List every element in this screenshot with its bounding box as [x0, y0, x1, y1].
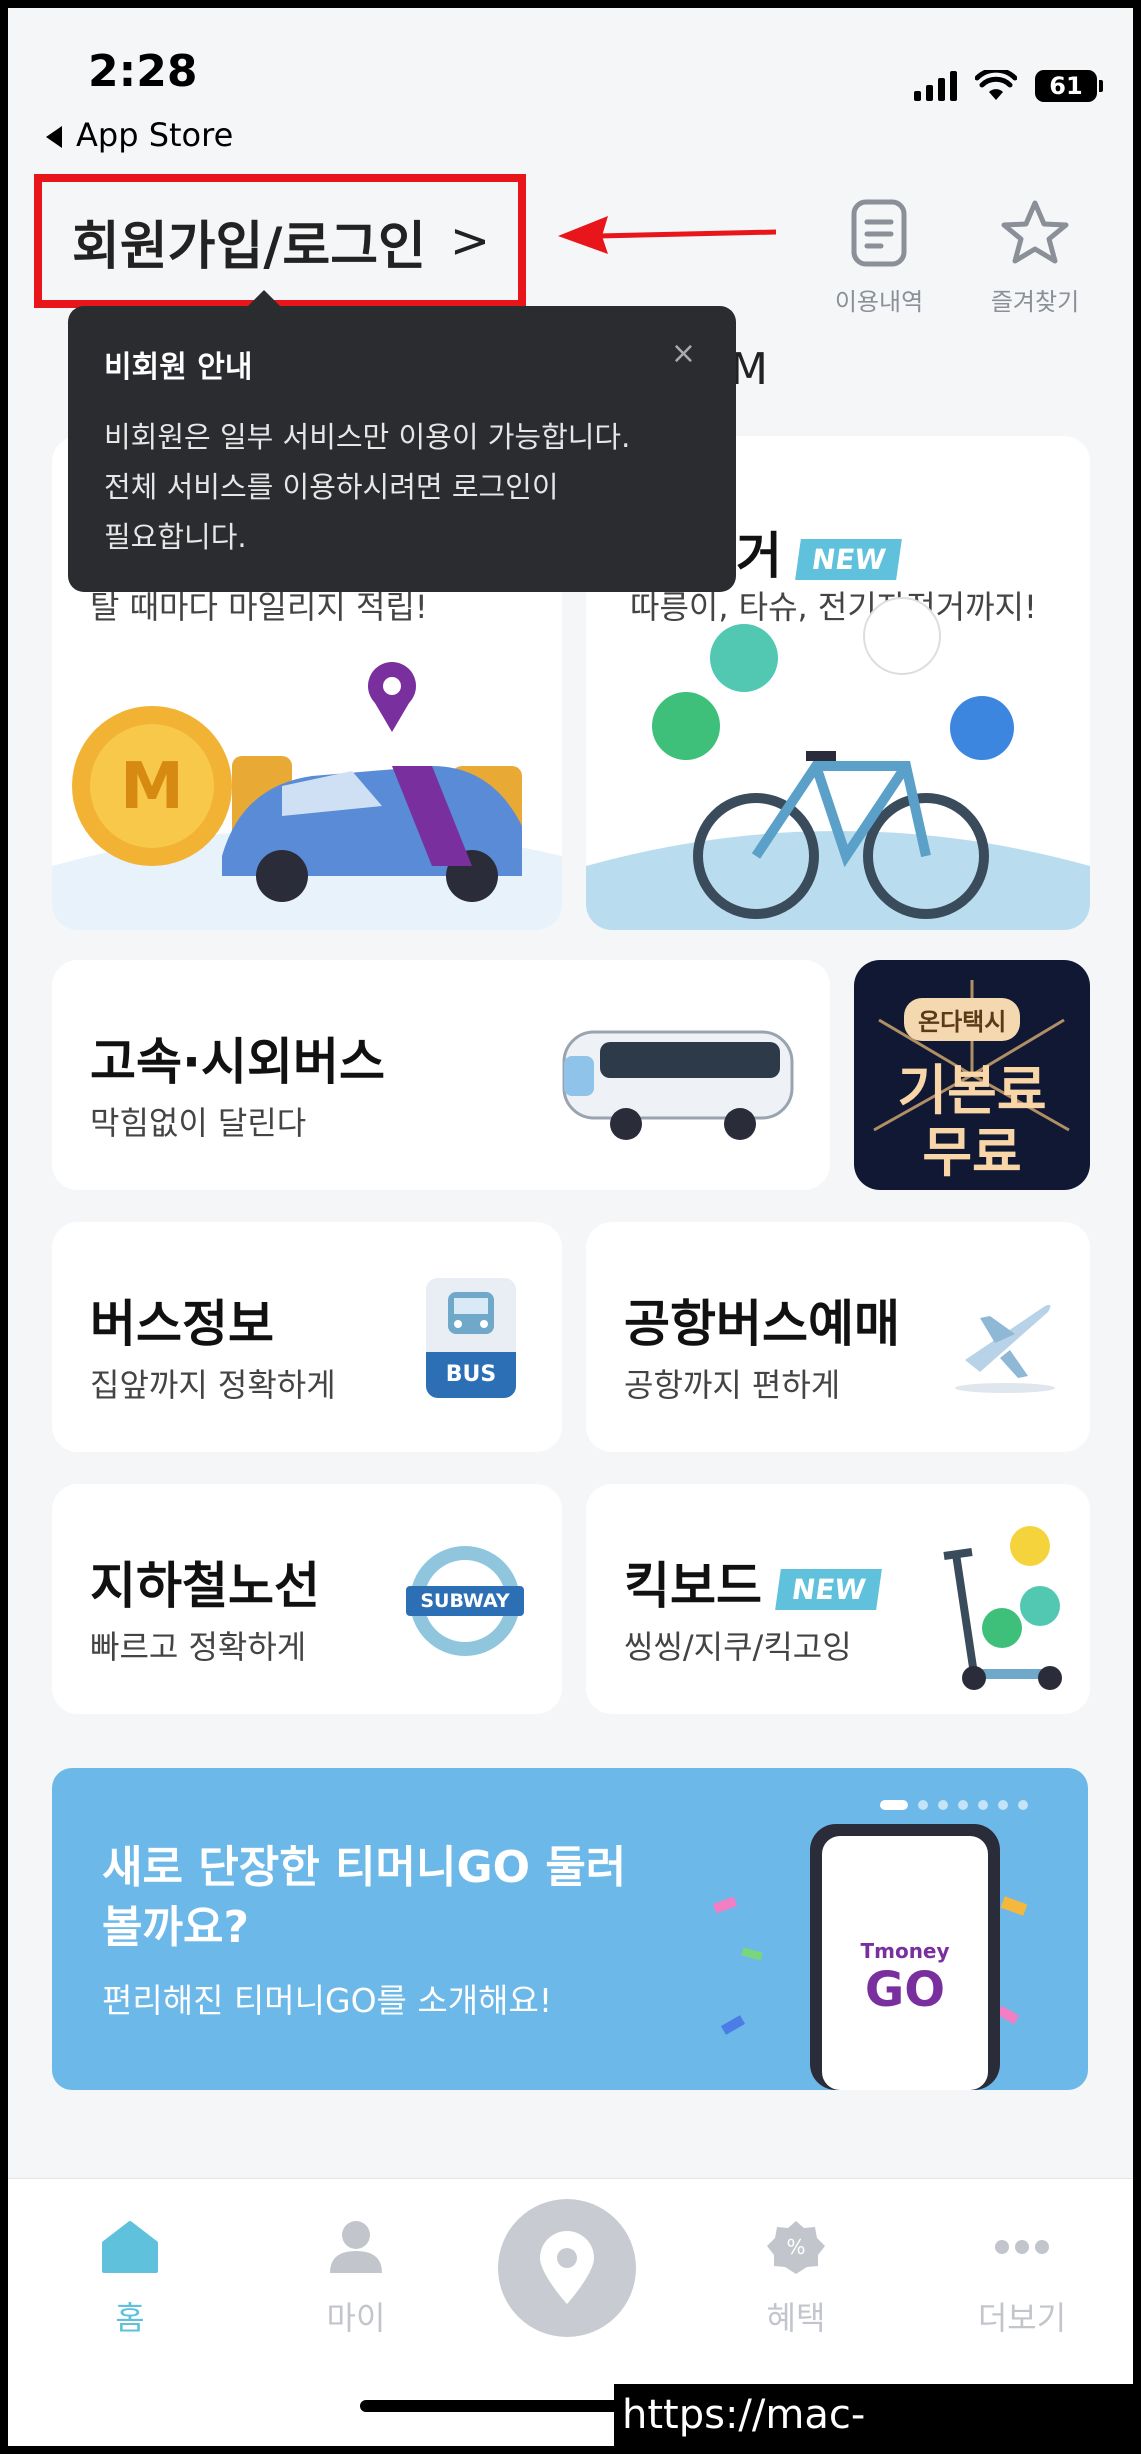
- star-icon: [1001, 200, 1069, 264]
- status-icons: 61: [914, 70, 1103, 102]
- guest-info-tooltip: 비회원 안내 비회원은 일부 서비스만 이용이 가능합니다. 전체 서비스를 이…: [68, 290, 736, 592]
- tooltip-line: 비회원은 일부 서비스만 이용이 가능합니다.: [104, 420, 631, 454]
- login-button[interactable]: 회원가입/로그인 >: [34, 174, 526, 308]
- kickboard-illustration: [943, 1526, 1062, 1690]
- tooltip-line: 전체 서비스를 이용하시려면 로그인이: [104, 470, 559, 504]
- kickboard-title: 킥보드 NEW: [624, 1546, 883, 1618]
- banner-subtitle: 편리해진 티머니GO를 소개해요!: [102, 1981, 553, 2020]
- airport-bus-card[interactable]: 공항버스예매 공항까지 편하게: [586, 1222, 1090, 1452]
- favorites-label: 즐겨찾기: [990, 288, 1080, 316]
- back-triangle-icon: [46, 126, 62, 148]
- onda-taxi-promo[interactable]: 온다택시 기본료 무료: [854, 960, 1090, 1190]
- nav-my-label: 마이: [326, 2299, 386, 2337]
- login-label: 회원가입/로그인: [72, 216, 426, 277]
- status-time: 2:28: [88, 46, 198, 97]
- svg-text:M: M: [120, 750, 184, 824]
- promo-line2: 무료: [922, 1121, 1022, 1184]
- bus-front-icon: [448, 1292, 494, 1334]
- subway-subtitle: 빠르고 정확하게: [90, 1628, 307, 1666]
- phone-brand: Tmoney: [860, 1939, 949, 1963]
- nav-more-label: 더보기: [977, 2299, 1067, 2337]
- receipt-icon: [851, 199, 907, 267]
- nav-location-button[interactable]: [498, 2199, 636, 2337]
- wifi-icon: [975, 70, 1017, 100]
- phone-go: GO: [865, 1962, 945, 2018]
- phone-illustration: Tmoney GO: [712, 1824, 1028, 2090]
- nav-home[interactable]: 홈: [60, 2219, 200, 2339]
- kickboard-subtitle: 씽씽/지쿠/킥고잉: [624, 1628, 852, 1666]
- subway-sign-label: SUBWAY: [406, 1586, 524, 1616]
- nav-benefits[interactable]: % 혜택: [726, 2219, 866, 2339]
- subway-title: 지하철노선: [90, 1557, 320, 1615]
- bus-info-subtitle: 집앞까지 정확하게: [90, 1366, 336, 1404]
- location-pin-icon: [540, 2231, 594, 2304]
- airplane-icon: [955, 1304, 1055, 1393]
- more-dots-icon: [995, 2240, 1049, 2254]
- signal-icon: [914, 71, 957, 101]
- express-subtitle: 막힘없이 달린다: [90, 1104, 307, 1142]
- history-button[interactable]: 이용내역: [824, 198, 934, 317]
- tooltip-title: 비회원 안내: [104, 350, 253, 385]
- person-icon: [330, 2221, 382, 2273]
- airport-subtitle: 공항까지 편하게: [624, 1366, 841, 1404]
- kickboard-title-text: 킥보드: [624, 1557, 762, 1615]
- new-badge: NEW: [775, 1569, 883, 1610]
- subway-sign-icon: SUBWAY: [406, 1546, 524, 1656]
- banner-title: 새로 단장한 티머니GO 둘러볼까요?: [102, 1842, 627, 1953]
- watermark: https://mac-os.tistory.com: [614, 2384, 1134, 2446]
- home-icon: [102, 2221, 158, 2273]
- app-screen: 2:28 App Store 61 회원가입/로그인 > 이용내역 즐겨찾기 M…: [8, 8, 1133, 2446]
- kickboard-card[interactable]: 킥보드 NEW 씽씽/지쿠/킥고잉: [586, 1484, 1090, 1714]
- bus-sign-icon: BUS: [426, 1278, 516, 1398]
- nav-home-label: 홈: [115, 2299, 145, 2337]
- battery-icon: 61: [1035, 70, 1103, 102]
- page-indicator: [880, 1800, 1028, 1810]
- express-title: 고속·시외버스: [90, 1033, 385, 1091]
- express-bus-card[interactable]: 고속·시외버스 막힘없이 달린다: [52, 960, 830, 1190]
- airport-title: 공항버스예매: [624, 1295, 900, 1353]
- promo-tag: 온다택시: [904, 998, 1021, 1041]
- history-label: 이용내역: [834, 288, 924, 316]
- promo-banner[interactable]: 새로 단장한 티머니GO 둘러볼까요? 편리해진 티머니GO를 소개해요! Tm…: [52, 1768, 1088, 2090]
- bus-sign-label: BUS: [426, 1352, 516, 1398]
- back-to-app-store[interactable]: App Store: [46, 116, 233, 154]
- chevron-right-icon: >: [449, 213, 491, 269]
- bus-info-card[interactable]: 버스정보 집앞까지 정확하게 BUS: [52, 1222, 562, 1452]
- back-label: App Store: [76, 116, 234, 154]
- nav-more[interactable]: 더보기: [952, 2219, 1092, 2339]
- tooltip-body: 비회원은 일부 서비스만 이용이 가능합니다. 전체 서비스를 이용하시려면 로…: [104, 412, 700, 562]
- svg-text:%: %: [786, 2235, 805, 2259]
- subway-card[interactable]: 지하철노선 빠르고 정확하게 SUBWAY: [52, 1484, 562, 1714]
- bus-info-title: 버스정보: [90, 1295, 274, 1353]
- tooltip-line: 필요합니다.: [104, 520, 247, 554]
- discount-badge-icon: %: [767, 2221, 825, 2274]
- bus-illustration: [562, 1030, 794, 1140]
- nav-my[interactable]: 마이: [286, 2219, 426, 2339]
- close-icon[interactable]: ×: [671, 336, 696, 371]
- red-arrow-annotation: [558, 216, 777, 254]
- nav-benefits-label: 혜택: [766, 2299, 826, 2337]
- favorites-button[interactable]: 즐겨찾기: [980, 198, 1090, 317]
